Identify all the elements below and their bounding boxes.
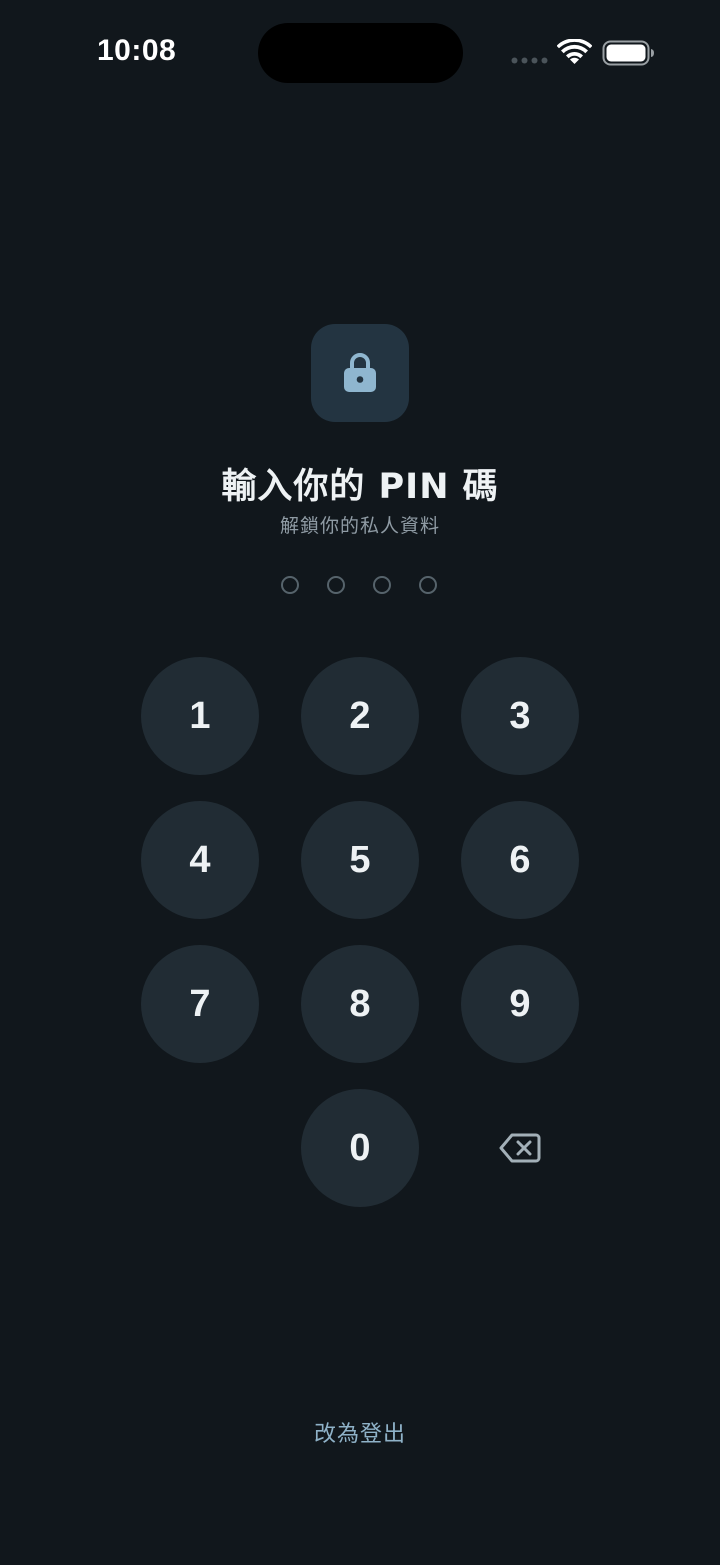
backspace-button[interactable] [461, 1089, 579, 1207]
keypad-key-7[interactable]: 7 [141, 945, 259, 1063]
pin-indicator-dot [373, 576, 391, 594]
backspace-icon [499, 1133, 541, 1163]
keypad-key-2[interactable]: 2 [301, 657, 419, 775]
keypad-key-5[interactable]: 5 [301, 801, 419, 919]
lock-badge [311, 324, 409, 422]
keypad-key-6[interactable]: 6 [461, 801, 579, 919]
keypad-key-1[interactable]: 1 [141, 657, 259, 775]
wifi-icon [557, 39, 592, 64]
dynamic-island [258, 23, 463, 83]
status-time: 10:08 [97, 34, 177, 67]
pin-indicator-dot [281, 576, 299, 594]
lock-icon [344, 353, 376, 392]
logout-instead-link[interactable]: 改為登出 [0, 1416, 720, 1448]
page-title: 輸入你的 PIN 碼 [221, 467, 499, 507]
keypad-key-0[interactable]: 0 [301, 1089, 419, 1207]
keypad-key-9[interactable]: 9 [461, 945, 579, 1063]
pin-indicator-dot [327, 576, 345, 594]
pin-indicator-dot [419, 576, 437, 594]
keypad-key-3[interactable]: 3 [461, 657, 579, 775]
keypad-key-4[interactable]: 4 [141, 801, 259, 919]
page-subtitle: 解鎖你的私人資料 [279, 515, 440, 537]
signal-icon [511, 57, 548, 64]
battery-icon [602, 40, 654, 66]
status-bar: 10:08 [0, 0, 720, 110]
keypad-key-8[interactable]: 8 [301, 945, 419, 1063]
